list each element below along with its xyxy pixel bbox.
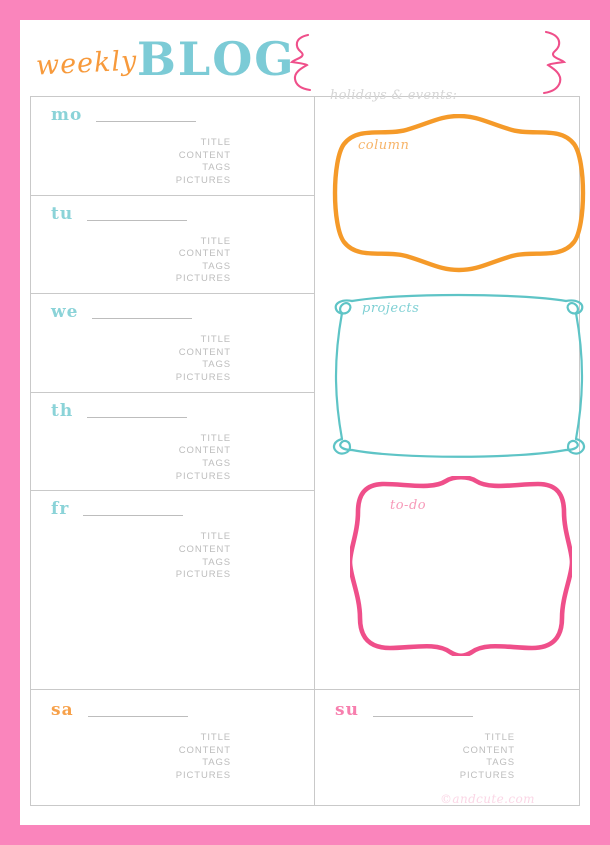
field-pictures: PICTURES (175, 470, 231, 482)
field-tags: TAGS (486, 757, 515, 769)
day-cell-th[interactable]: th TITLE CONTENT TAGS PICTURES (31, 393, 314, 492)
day-cell-mo[interactable]: mo TITLE CONTENT TAGS PICTURES (31, 97, 314, 196)
day-field-list: TITLE CONTENT TAGS PICTURES (31, 334, 231, 384)
day-date-line[interactable] (87, 716, 188, 717)
day-header: tu (51, 203, 188, 224)
field-tags: TAGS (202, 457, 231, 469)
day-date-line[interactable] (372, 716, 473, 717)
day-abbr-th: th (51, 400, 74, 421)
todo-frame-label: to-do (390, 498, 427, 513)
field-pictures: PICTURES (175, 569, 231, 581)
todo-frame[interactable]: to-do (347, 474, 575, 661)
weekend-row: sa TITLE CONTENT TAGS PICTURES su TITLE (31, 689, 579, 805)
page-title-script: weekly (35, 45, 139, 82)
day-field-list: TITLE CONTENT TAGS PICTURES (31, 531, 231, 581)
watermark: ©andcute.com (440, 792, 535, 806)
planner-page: weekly BLOG mo TITLE CONTENT TAGS PICTUR… (20, 20, 590, 825)
day-header: su (335, 702, 473, 719)
day-abbr-su: su (335, 700, 359, 720)
field-title: TITLE (200, 334, 231, 346)
field-pictures: PICTURES (175, 371, 231, 383)
day-cell-tu[interactable]: tu TITLE CONTENT TAGS PICTURES (31, 196, 314, 295)
field-content: CONTENT (462, 744, 515, 756)
holidays-events-label: holidays & events: (330, 88, 458, 103)
field-content: CONTENT (178, 248, 231, 260)
field-content: CONTENT (178, 445, 231, 457)
day-field-list: TITLE CONTENT TAGS PICTURES (31, 236, 231, 286)
day-field-list: TITLE CONTENT TAGS PICTURES (31, 732, 231, 782)
day-date-line[interactable] (92, 318, 193, 320)
day-date-line[interactable] (96, 121, 197, 122)
field-pictures: PICTURES (175, 174, 231, 186)
day-cell-fr[interactable]: fr TITLE CONTENT TAGS PICTURES (31, 491, 314, 590)
column-frame[interactable]: column (328, 113, 590, 279)
field-title: TITLE (200, 235, 231, 247)
day-abbr-fr: fr (51, 499, 70, 520)
day-date-line[interactable] (87, 416, 188, 418)
field-title: TITLE (200, 432, 231, 444)
right-panel: holidays & events: column projects to-do (320, 80, 590, 680)
day-abbr-sa: sa (51, 700, 74, 720)
field-pictures: PICTURES (459, 769, 515, 781)
day-cell-we[interactable]: we TITLE CONTENT TAGS PICTURES (31, 294, 314, 393)
day-field-list: TITLE CONTENT TAGS PICTURES (31, 433, 231, 483)
day-header: sa (51, 702, 188, 719)
field-title: TITLE (200, 732, 231, 743)
field-title: TITLE (484, 732, 515, 743)
field-content: CONTENT (178, 346, 231, 358)
field-title: TITLE (200, 137, 231, 148)
field-tags: TAGS (202, 260, 231, 272)
day-header: fr (51, 499, 184, 520)
field-pictures: PICTURES (175, 273, 231, 285)
projects-frame[interactable]: projects (328, 287, 590, 468)
field-tags: TAGS (202, 359, 231, 371)
day-abbr-tu: tu (51, 203, 74, 224)
day-field-list: TITLE CONTENT TAGS PICTURES (31, 137, 231, 187)
field-content: CONTENT (178, 744, 231, 756)
day-field-list: TITLE CONTENT TAGS PICTURES (315, 732, 515, 782)
projects-frame-label: projects (362, 301, 420, 316)
field-tags: TAGS (202, 757, 231, 769)
day-abbr-mo: mo (51, 105, 83, 125)
day-header: we (51, 302, 193, 323)
squiggle-bracket-left-icon (286, 32, 316, 99)
day-date-line[interactable] (83, 515, 184, 517)
day-header: th (51, 400, 188, 421)
day-abbr-we: we (51, 302, 79, 323)
field-content: CONTENT (178, 149, 231, 161)
day-date-line[interactable] (87, 219, 188, 221)
day-header: mo (51, 105, 197, 125)
field-tags: TAGS (202, 162, 231, 174)
page-title-blog: BLOG (137, 32, 296, 86)
field-content: CONTENT (178, 543, 231, 555)
field-title: TITLE (200, 531, 231, 543)
field-pictures: PICTURES (175, 769, 231, 781)
weekday-column: mo TITLE CONTENT TAGS PICTURES tu TITLE (31, 97, 315, 689)
column-frame-label: column (358, 138, 410, 153)
day-cell-sa[interactable]: sa TITLE CONTENT TAGS PICTURES (31, 690, 315, 805)
day-cell-su[interactable]: su TITLE CONTENT TAGS PICTURES (315, 690, 579, 805)
field-tags: TAGS (202, 556, 231, 568)
